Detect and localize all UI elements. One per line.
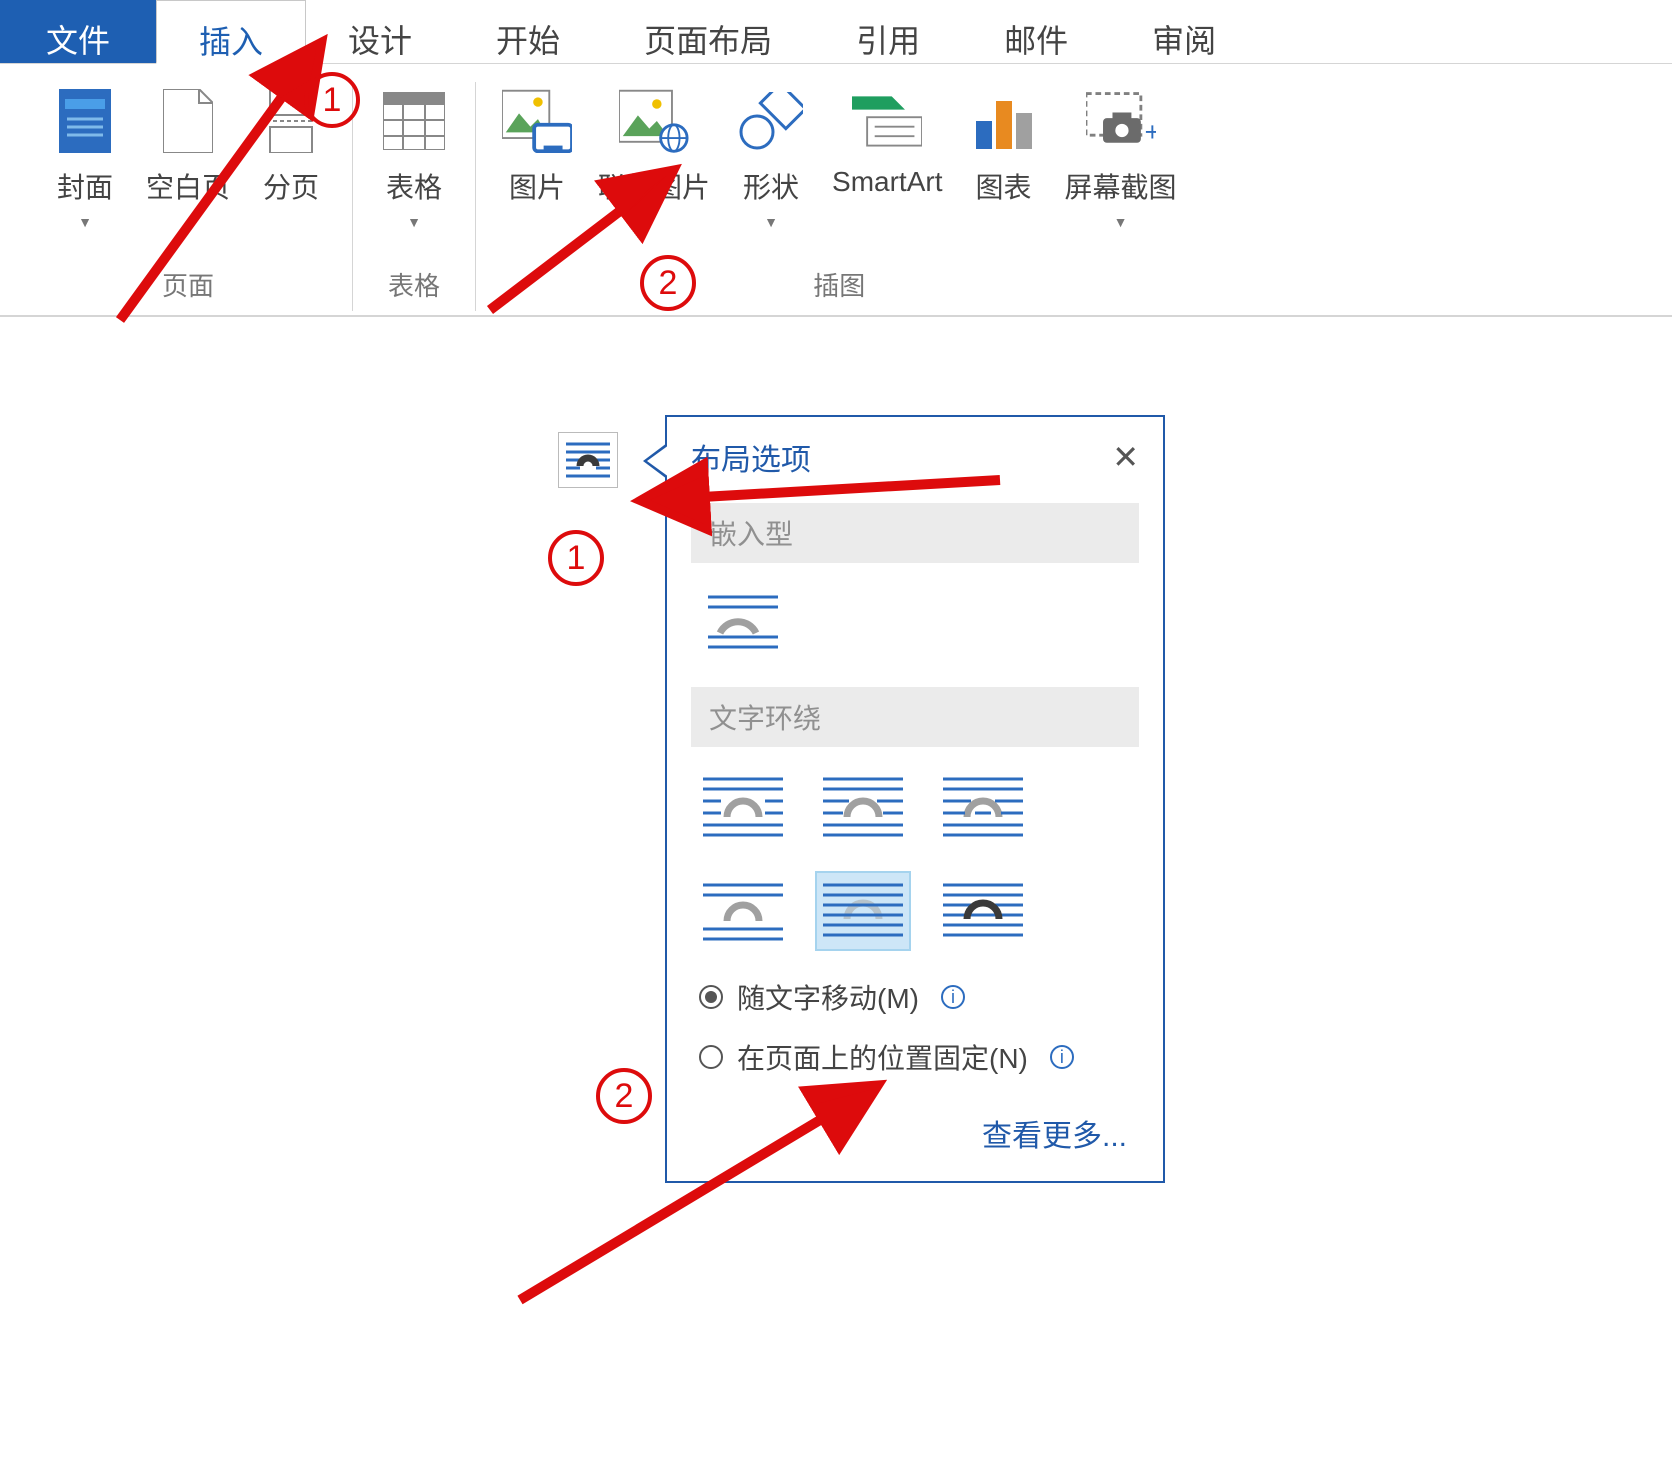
chart-icon [969,86,1039,156]
wrap-option-in-front-of-text[interactable] [935,871,1031,951]
blank-page-button[interactable]: 空白页 [140,82,236,210]
smartart-icon [852,86,922,156]
online-picture-button[interactable]: 联机图片 [592,82,716,210]
tab-review[interactable]: 审阅 [1110,0,1258,63]
cover-page-icon [50,86,120,156]
wrap-option-tight[interactable] [815,765,911,845]
group-pages: 封面 ▼ 空白页 [24,82,352,311]
picture-icon [502,86,572,156]
shapes-button[interactable]: 形状 ▼ [730,82,812,234]
see-more-link[interactable]: 查看更多... [667,1087,1163,1161]
wrap-option-square[interactable] [695,765,791,845]
tab-references[interactable]: 引用 [814,0,962,63]
smartart-button[interactable]: SmartArt [826,82,948,202]
chart-button[interactable]: 图表 [963,82,1045,210]
layout-options-button[interactable] [558,432,618,488]
tab-design[interactable]: 设计 [306,0,454,63]
radio-move-label: 随文字移动(M) [737,977,919,1017]
wrap-option-through[interactable] [935,765,1031,845]
section-wrap-label: 文字环绕 [691,687,1139,747]
group-label-illustrations: 插图 [496,266,1183,311]
group-label-pages: 页面 [44,266,332,311]
svg-text:+: + [1144,117,1155,147]
dropdown-caret-icon: ▼ [78,214,92,230]
popup-title: 布局选项 [691,435,811,479]
blank-page-icon [153,86,223,156]
group-illustrations: 图片 联机图片 [475,82,1203,311]
ribbon-body: 封面 ▼ 空白页 [0,64,1672,317]
layout-options-icon [566,440,610,480]
tab-file[interactable]: 文件 [0,0,156,63]
screenshot-button[interactable]: + 屏幕截图 ▼ [1059,82,1183,234]
tab-insert[interactable]: 插入 [156,0,306,64]
picture-button[interactable]: 图片 [496,82,578,210]
page-break-button[interactable]: 分页 [250,82,332,210]
dropdown-caret-icon: ▼ [407,214,421,230]
wrap-option-inline[interactable] [695,581,791,661]
page-break-icon [256,86,326,156]
tab-layout[interactable]: 页面布局 [602,0,814,63]
shapes-icon [736,86,806,156]
radio-fix-position[interactable]: 在页面上的位置固定(N) i [667,1027,1163,1087]
dropdown-caret-icon: ▼ [1114,214,1128,230]
radio-unchecked-icon [699,1045,723,1069]
annotation-circle-2-bottom: 2 [596,1068,652,1124]
layout-options-popup: 布局选项 ✕ 嵌入型 文字环绕 [665,415,1165,1183]
cover-page-button[interactable]: 封面 ▼ [44,82,126,234]
screenshot-icon: + [1086,86,1156,156]
section-inline-label: 嵌入型 [691,503,1139,563]
radio-fix-label: 在页面上的位置固定(N) [737,1037,1028,1077]
annotation-circle-1-bottom: 1 [548,530,604,586]
close-button[interactable]: ✕ [1112,438,1139,476]
wrap-option-behind-text[interactable] [815,871,911,951]
dropdown-caret-icon: ▼ [764,214,778,230]
info-icon[interactable]: i [941,985,965,1009]
table-button[interactable]: 表格 ▼ [373,82,455,234]
tab-mailings[interactable]: 邮件 [962,0,1110,63]
radio-checked-icon [699,985,723,1009]
group-tables: 表格 ▼ 表格 [352,82,475,311]
info-icon[interactable]: i [1050,1045,1074,1069]
table-icon [379,86,449,156]
ribbon-tabs: 文件 插入 设计 开始 页面布局 引用 邮件 审阅 [0,0,1672,64]
group-label-tables: 表格 [373,266,455,311]
online-picture-icon [619,86,689,156]
radio-move-with-text[interactable]: 随文字移动(M) i [667,967,1163,1027]
wrap-option-top-bottom[interactable] [695,871,791,951]
tab-home[interactable]: 开始 [454,0,602,63]
